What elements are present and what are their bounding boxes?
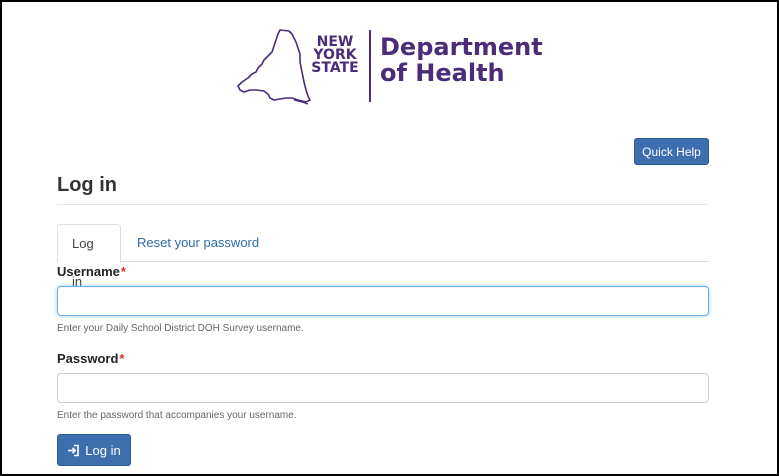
password-label: Password* bbox=[57, 351, 125, 366]
page-frame: NEW YORK STATE Department of Health Quic… bbox=[2, 2, 777, 474]
username-help-text: Enter your Daily School District DOH Sur… bbox=[57, 323, 304, 334]
logo-department-text: Department of Health bbox=[380, 33, 543, 87]
tab-log-in[interactable]: Log in bbox=[57, 224, 121, 289]
log-in-button-label: Log in bbox=[85, 442, 121, 458]
page-title: Log in bbox=[57, 174, 117, 196]
log-in-icon bbox=[68, 444, 80, 456]
logo-new-york-state-text: NEW YORK STATE bbox=[311, 34, 359, 76]
logo-divider bbox=[369, 30, 371, 102]
required-marker: * bbox=[120, 264, 126, 279]
title-divider bbox=[57, 204, 709, 205]
nys-doh-logo: NEW YORK STATE Department of Health bbox=[234, 28, 543, 108]
login-tabs: Log in Reset your password bbox=[57, 224, 709, 289]
username-label: Username* bbox=[57, 264, 126, 279]
tab-reset-password[interactable]: Reset your password bbox=[123, 224, 273, 262]
password-help-text: Enter the password that accompanies your… bbox=[57, 410, 297, 421]
quick-help-button[interactable]: Quick Help bbox=[634, 138, 709, 165]
new-york-state-outline-icon bbox=[237, 29, 311, 105]
username-input[interactable] bbox=[57, 286, 709, 316]
log-in-button[interactable]: Log in bbox=[57, 434, 131, 466]
password-input[interactable] bbox=[57, 373, 709, 403]
required-marker: * bbox=[119, 351, 125, 366]
